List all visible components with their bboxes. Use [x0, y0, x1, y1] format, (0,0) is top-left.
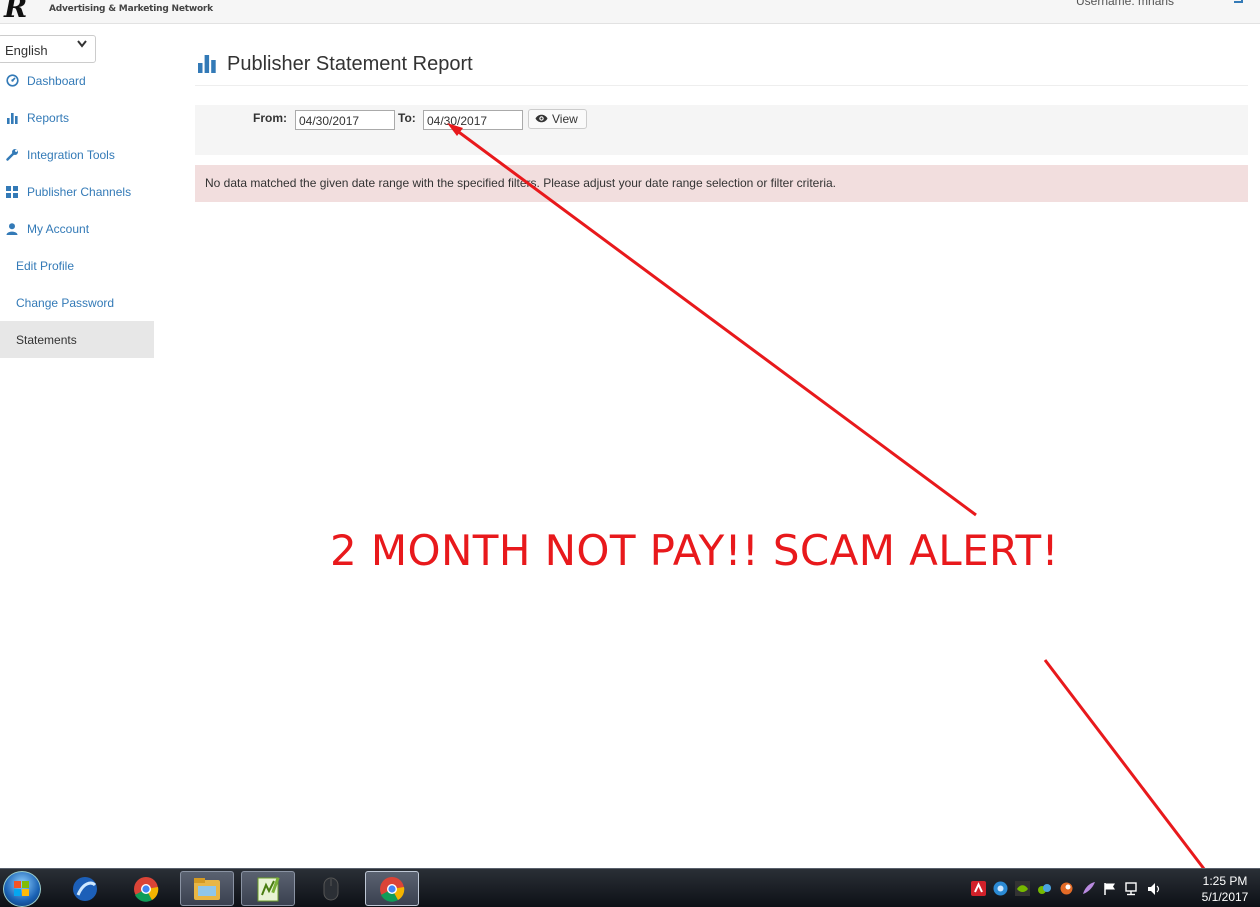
sidebar-item-label: Publisher Channels: [27, 184, 132, 199]
sidebar-item-integration-tools[interactable]: Integration Tools: [0, 136, 154, 173]
network-globe-icon[interactable]: [992, 881, 1008, 897]
chrome-icon[interactable]: [119, 871, 173, 906]
wrench-icon: [0, 148, 27, 161]
page-header: Publisher Statement Report: [195, 52, 1248, 86]
sidebar-item-edit-profile[interactable]: Edit Profile: [0, 247, 154, 284]
flag-icon[interactable]: [1102, 881, 1118, 897]
language-select[interactable]: English: [0, 35, 96, 63]
sidebar-item-dashboard[interactable]: Dashboard: [0, 62, 154, 99]
mouse-icon[interactable]: [304, 871, 358, 906]
logout-icon[interactable]: [1234, 0, 1243, 3]
clock-date: 5/1/2017: [1201, 890, 1249, 904]
view-button-label: View: [552, 112, 578, 126]
nvidia-icon[interactable]: [1014, 881, 1030, 897]
chevron-down-icon: [77, 40, 87, 51]
no-data-alert: No data matched the given date range wit…: [195, 165, 1248, 202]
eye-icon: [535, 112, 548, 126]
app-icon-blue-globe[interactable]: [58, 871, 112, 906]
app-tray-icon[interactable]: [1058, 881, 1074, 897]
sidebar-item-label: Change Password: [16, 295, 115, 310]
date-filter-bar: From: To: View: [195, 105, 1248, 155]
system-clock[interactable]: 1:25 PM 5/1/2017: [1194, 873, 1256, 905]
sidebar-item-label: Statements: [16, 332, 77, 347]
bar-chart-icon: [0, 112, 27, 124]
feather-icon[interactable]: [1080, 881, 1096, 897]
view-button[interactable]: View: [528, 109, 587, 129]
sidebar-item-publisher-channels[interactable]: Publisher Channels: [0, 173, 154, 210]
sidebar-item-label: Reports: [27, 110, 70, 125]
page-title: Publisher Statement Report: [227, 53, 473, 75]
system-tray: [970, 869, 1162, 907]
top-header: R Advertising & Marketing Network Userna…: [0, 0, 1260, 24]
grid-icon: [0, 185, 27, 198]
clock-time: 1:25 PM: [1202, 874, 1248, 888]
sidebar-item-label: Integration Tools: [27, 147, 115, 162]
from-label: From:: [253, 111, 287, 125]
from-date-input[interactable]: [295, 110, 395, 130]
sidebar-item-change-password[interactable]: Change Password: [0, 284, 154, 321]
sidebar-item-statements[interactable]: Statements: [0, 321, 154, 358]
volume-icon[interactable]: [1146, 881, 1162, 897]
chrome-icon-active[interactable]: [365, 871, 419, 906]
network-icon[interactable]: [1124, 881, 1140, 897]
sidebar-item-my-account[interactable]: My Account: [0, 210, 154, 247]
cloud-sync-icon[interactable]: [1036, 881, 1052, 897]
logo-text[interactable]: Advertising & Marketing Network: [49, 4, 213, 14]
windows-start-orb[interactable]: [3, 871, 41, 907]
scam-alert-annotation: 2 MONTH NOT PAY!! SCAM ALERT!: [330, 526, 1059, 575]
notepad-plus-icon[interactable]: [241, 871, 295, 906]
sidebar-item-label: My Account: [27, 221, 90, 236]
windows-taskbar: 1:25 PM 5/1/2017: [0, 868, 1260, 907]
user-icon: [0, 222, 27, 235]
bar-chart-icon: [197, 54, 217, 78]
dashboard-icon: [0, 74, 27, 87]
sidebar-item-reports[interactable]: Reports: [0, 99, 154, 136]
language-value: English: [5, 43, 48, 58]
annotation-arrow-to-clock: [1043, 659, 1216, 883]
sidebar-item-label: Edit Profile: [16, 258, 75, 273]
to-label: To:: [398, 111, 416, 125]
logo-mark[interactable]: R: [4, 0, 27, 22]
username-label: Username: mharis: [1076, 0, 1175, 8]
sidebar-item-label: Dashboard: [27, 73, 86, 88]
to-date-input[interactable]: [423, 110, 523, 130]
antivirus-icon[interactable]: [970, 881, 986, 897]
file-explorer-icon[interactable]: [180, 871, 234, 906]
